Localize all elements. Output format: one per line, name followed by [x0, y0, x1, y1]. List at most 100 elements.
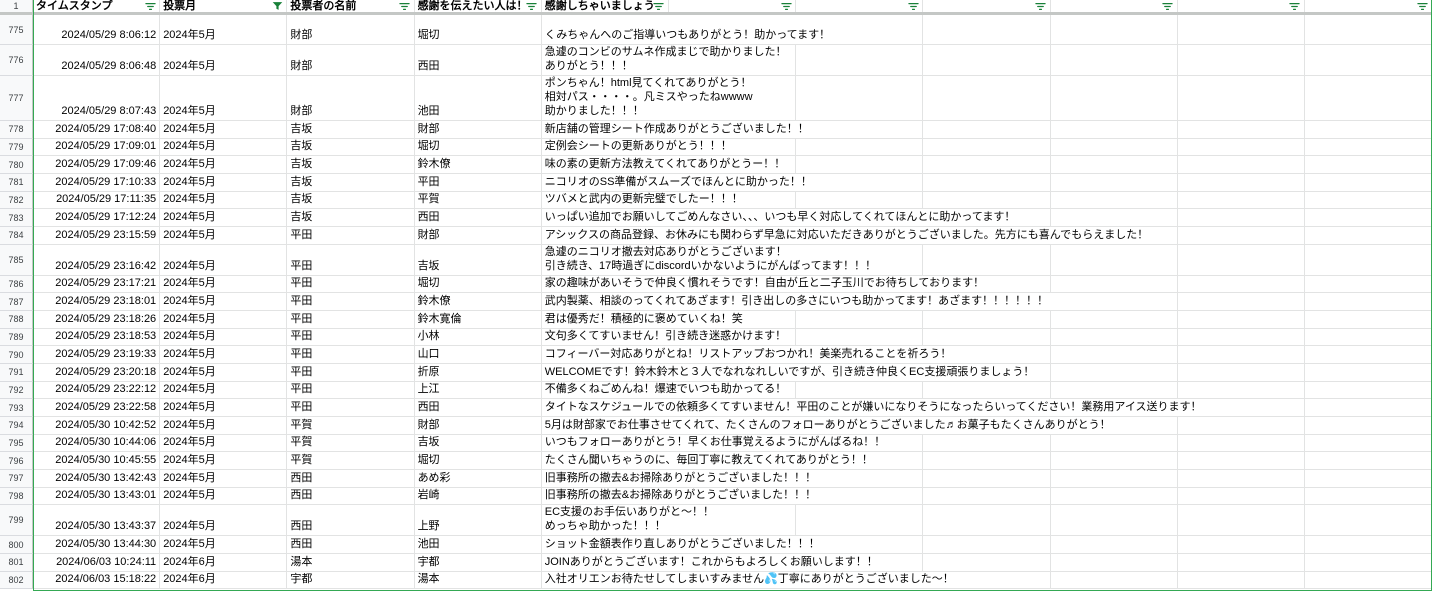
- column-header-empty[interactable]: [796, 0, 924, 12]
- cell-empty[interactable]: [796, 156, 924, 175]
- cell-empty[interactable]: [1177, 138, 1305, 157]
- cell-empty[interactable]: [1304, 399, 1433, 418]
- column-header-vote-month[interactable]: 投票月: [160, 0, 288, 12]
- cell-vote-month[interactable]: 2024年5月: [160, 470, 288, 488]
- cell-vote-month[interactable]: 2024年5月: [160, 487, 288, 506]
- row-number[interactable]: 786: [0, 275, 33, 294]
- cell-empty[interactable]: [1050, 45, 1178, 76]
- cell-recipient[interactable]: 平田: [414, 174, 542, 192]
- cell-timestamp[interactable]: 2024/05/29 23:16:42: [33, 244, 161, 276]
- cell-empty[interactable]: [796, 45, 924, 76]
- cell-message[interactable]: 急遽のコンビのサムネ作成まじで助かりました！ ありがとう！！！: [541, 45, 790, 76]
- cell-empty[interactable]: [1177, 487, 1305, 506]
- cell-empty[interactable]: [923, 121, 1051, 139]
- cell-empty[interactable]: [1177, 15, 1305, 45]
- cell-empty[interactable]: [1050, 328, 1178, 347]
- cell-empty[interactable]: [1304, 209, 1433, 228]
- cell-voter-name[interactable]: 財部: [287, 45, 415, 76]
- cell-timestamp[interactable]: 2024/05/29 17:11:35: [33, 191, 161, 210]
- column-header-message[interactable]: 感謝しちゃいましょう: [542, 0, 669, 12]
- cell-empty[interactable]: [1050, 275, 1178, 294]
- cell-recipient[interactable]: 堀切: [414, 15, 542, 45]
- cell-timestamp[interactable]: 2024/05/29 17:09:01: [33, 138, 161, 157]
- filter-button[interactable]: [907, 1, 920, 11]
- cell-message[interactable]: ショット金額表作り直しありがとうございました！！！: [541, 536, 823, 555]
- cell-timestamp[interactable]: 2024/05/29 8:07:43: [33, 76, 161, 121]
- cell-vote-month[interactable]: 2024年5月: [160, 15, 288, 45]
- cell-empty[interactable]: [1050, 505, 1178, 537]
- cell-empty[interactable]: [1304, 227, 1433, 245]
- cell-message[interactable]: いっぱい追加でお願いしてごめんなさい、、、いつも早く対応してくれてほんとに助かっ…: [541, 209, 1019, 228]
- cell-empty[interactable]: [1177, 156, 1305, 175]
- row-number[interactable]: 793: [0, 399, 33, 418]
- row-number[interactable]: 787: [0, 293, 33, 312]
- cell-message[interactable]: くみちゃんへのご指導いつもありがとう！助かってます！: [541, 15, 834, 45]
- cell-empty[interactable]: [1304, 470, 1433, 488]
- cell-voter-name[interactable]: 平田: [287, 399, 415, 418]
- cell-timestamp[interactable]: 2024/05/29 23:22:12: [33, 381, 161, 400]
- cell-voter-name[interactable]: 平田: [287, 364, 415, 382]
- cell-vote-month[interactable]: 2024年5月: [160, 346, 288, 365]
- cell-vote-month[interactable]: 2024年5月: [160, 293, 288, 312]
- cell-voter-name[interactable]: 吉坂: [287, 191, 415, 210]
- cell-recipient[interactable]: 西田: [414, 399, 542, 418]
- column-header-empty[interactable]: [923, 0, 1051, 12]
- cell-timestamp[interactable]: 2024/05/29 17:10:33: [33, 174, 161, 192]
- cell-timestamp[interactable]: 2024/05/30 10:44:06: [33, 434, 161, 453]
- cell-timestamp[interactable]: 2024/05/30 13:43:37: [33, 505, 161, 537]
- cell-voter-name[interactable]: 平田: [287, 381, 415, 400]
- filter-button[interactable]: [652, 1, 665, 11]
- cell-empty[interactable]: [1177, 328, 1305, 347]
- row-number[interactable]: 797: [0, 470, 33, 488]
- row-number[interactable]: 801: [0, 554, 33, 572]
- cell-timestamp[interactable]: 2024/05/30 13:44:30: [33, 536, 161, 555]
- cell-message[interactable]: 君は優秀だ！積極的に褒めていくね！笑: [541, 311, 746, 329]
- cell-timestamp[interactable]: 2024/05/29 23:22:58: [33, 399, 161, 418]
- cell-recipient[interactable]: 西田: [414, 209, 542, 228]
- filter-button[interactable]: [271, 1, 284, 11]
- column-header-empty[interactable]: [1178, 0, 1305, 12]
- cell-empty[interactable]: [1050, 76, 1178, 121]
- column-header-voter-name[interactable]: 投票者の名前: [287, 0, 415, 12]
- cell-message[interactable]: 家の趣味があいそうで仲良く慣れそうです！自由が丘と二子玉川でお待ちしております！: [541, 275, 988, 294]
- cell-empty[interactable]: [1177, 275, 1305, 294]
- cell-empty[interactable]: [923, 452, 1051, 471]
- column-header-empty[interactable]: [1051, 0, 1178, 12]
- cell-recipient[interactable]: 堀切: [414, 138, 542, 157]
- cell-voter-name[interactable]: 吉坂: [287, 174, 415, 192]
- cell-vote-month[interactable]: 2024年5月: [160, 452, 288, 471]
- cell-empty[interactable]: [1050, 434, 1178, 453]
- cell-timestamp[interactable]: 2024/05/29 17:08:40: [33, 121, 161, 139]
- cell-empty[interactable]: [1177, 571, 1305, 590]
- row-number[interactable]: 794: [0, 417, 33, 435]
- cell-empty[interactable]: [1050, 311, 1178, 329]
- row-number[interactable]: 788: [0, 311, 33, 329]
- cell-empty[interactable]: [1177, 244, 1305, 276]
- cell-recipient[interactable]: 湯本: [414, 571, 542, 590]
- cell-empty[interactable]: [1177, 381, 1305, 400]
- cell-recipient[interactable]: あめ彩: [414, 470, 542, 488]
- cell-empty[interactable]: [1177, 417, 1305, 435]
- cell-empty[interactable]: [1050, 381, 1178, 400]
- cell-message[interactable]: 味の素の更新方法教えてくれてありがとうー！！: [541, 156, 789, 175]
- cell-message[interactable]: 5月は財部家でお仕事させてくれて、たくさんのフォローありがとうございました♬お菓…: [541, 417, 1114, 435]
- cell-empty[interactable]: [923, 487, 1051, 506]
- cell-empty[interactable]: [1050, 487, 1178, 506]
- cell-recipient[interactable]: 西田: [414, 45, 542, 76]
- cell-empty[interactable]: [1050, 156, 1178, 175]
- cell-voter-name[interactable]: 吉坂: [287, 138, 415, 157]
- cell-vote-month[interactable]: 2024年6月: [160, 554, 288, 572]
- cell-vote-month[interactable]: 2024年5月: [160, 45, 288, 76]
- cell-recipient[interactable]: 上江: [414, 381, 542, 400]
- cell-empty[interactable]: [1050, 364, 1178, 382]
- cell-empty[interactable]: [796, 76, 924, 121]
- cell-empty[interactable]: [1050, 293, 1178, 312]
- cell-timestamp[interactable]: 2024/05/30 10:45:55: [33, 452, 161, 471]
- cell-voter-name[interactable]: 平田: [287, 346, 415, 365]
- cell-vote-month[interactable]: 2024年5月: [160, 244, 288, 276]
- cell-voter-name[interactable]: 西田: [287, 470, 415, 488]
- cell-vote-month[interactable]: 2024年5月: [160, 434, 288, 453]
- cell-timestamp[interactable]: 2024/05/29 23:19:33: [33, 346, 161, 365]
- cell-timestamp[interactable]: 2024/05/29 8:06:12: [33, 15, 161, 45]
- cell-timestamp[interactable]: 2024/05/30 13:42:43: [33, 470, 161, 488]
